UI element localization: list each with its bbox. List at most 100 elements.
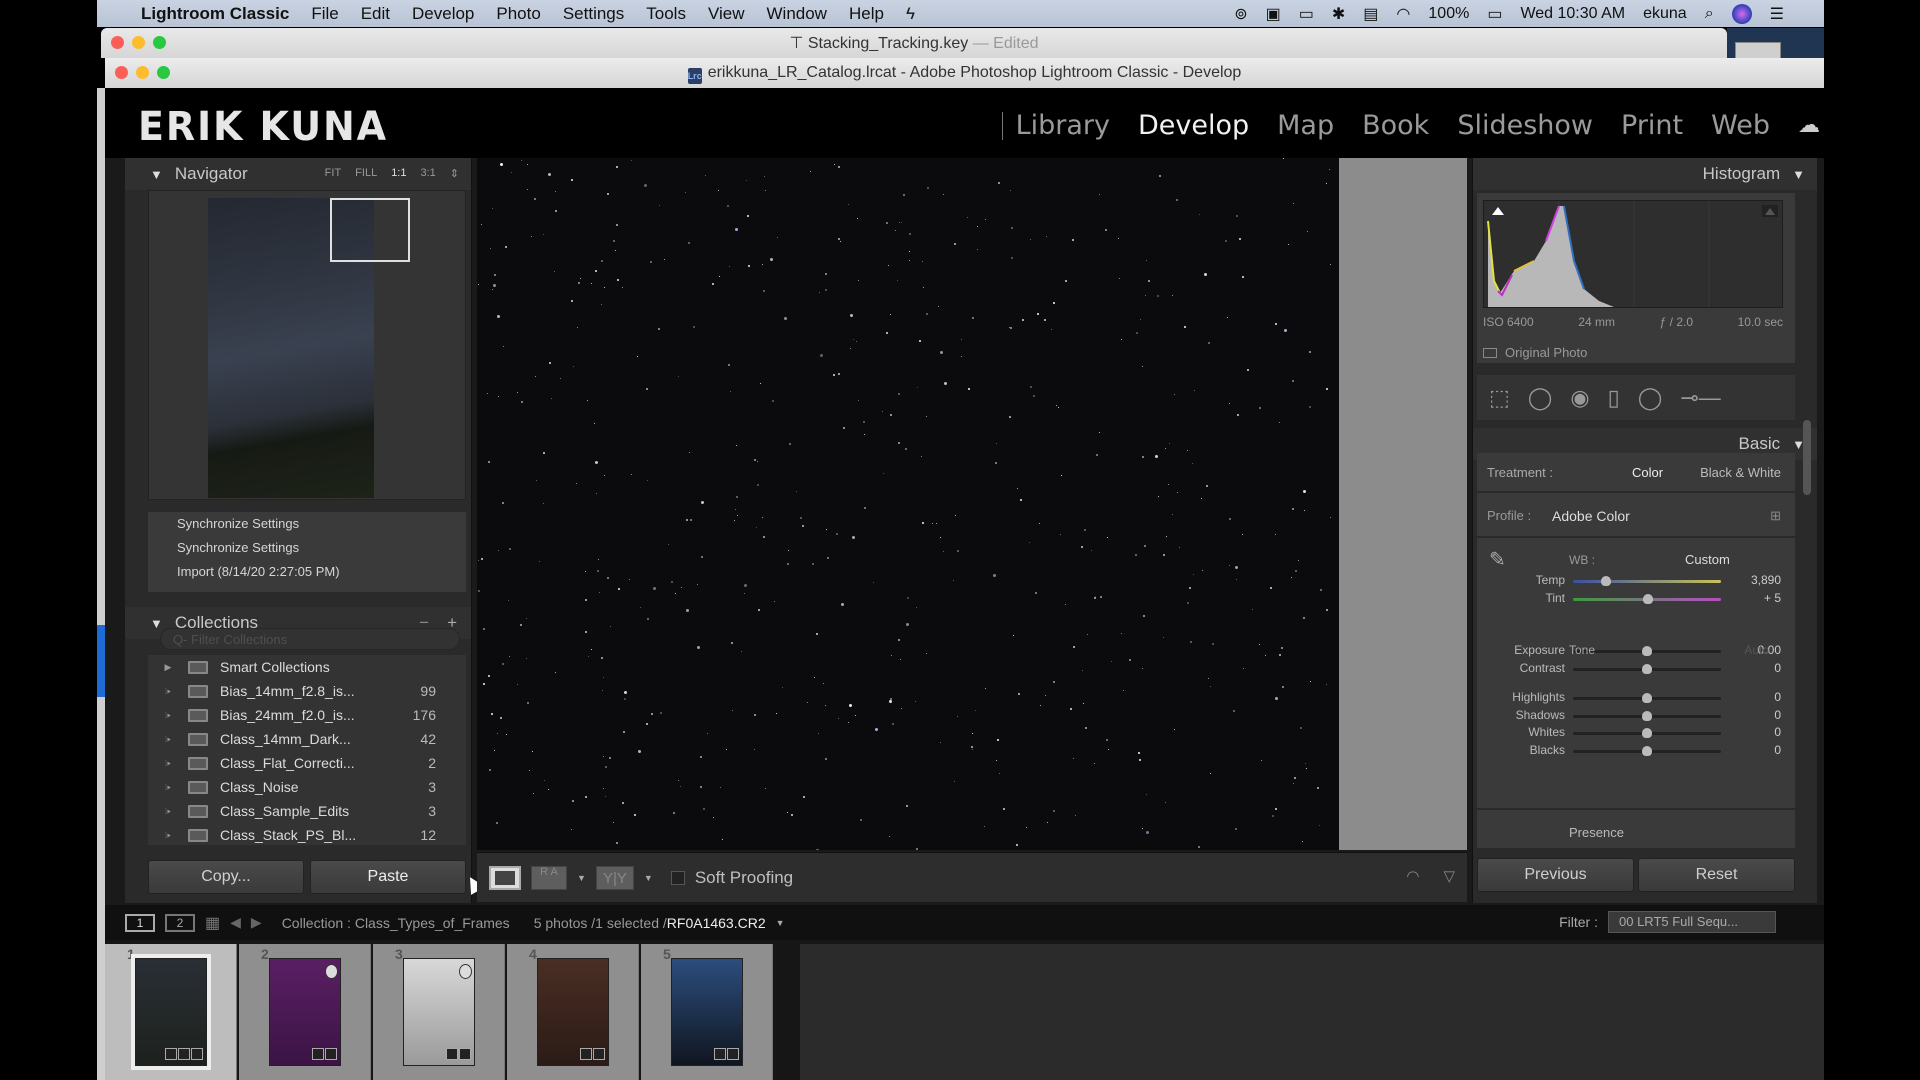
slider-track-whites[interactable]: [1573, 728, 1721, 738]
original-photo-toggle[interactable]: Original Photo: [1483, 345, 1587, 360]
crop-tool-icon[interactable]: ⬚: [1489, 385, 1510, 411]
collection-item[interactable]: ⦙▸ Bias_24mm_f2.0_is... 176: [148, 703, 466, 727]
notification-center-icon[interactable]: ☰: [1770, 4, 1784, 24]
original-photo-checkbox[interactable]: [1483, 347, 1497, 358]
menu-view[interactable]: View: [708, 4, 745, 24]
history-item[interactable]: Synchronize Settings: [148, 512, 466, 536]
bluetooth-icon[interactable]: ✱: [1332, 4, 1345, 24]
selected-filename[interactable]: RF0A1463.CR2: [667, 915, 766, 931]
memory-icon[interactable]: ▤: [1363, 4, 1378, 24]
forward-arrow-icon[interactable]: ▶: [251, 914, 262, 931]
menu-help[interactable]: Help: [849, 4, 884, 24]
menu-edit[interactable]: Edit: [361, 4, 390, 24]
right-panel-scrollbar[interactable]: [1803, 420, 1811, 495]
filter-select[interactable]: 00 LRT5 Full Sequ...: [1608, 911, 1776, 933]
previous-button[interactable]: Previous: [1477, 858, 1634, 892]
slider-value[interactable]: 0: [1774, 708, 1781, 722]
back-arrow-icon[interactable]: ◀: [230, 914, 241, 931]
battery-icon[interactable]: ▭: [1487, 4, 1502, 24]
app-menu[interactable]: Lightroom Classic: [141, 4, 289, 24]
siri-icon[interactable]: [1731, 3, 1752, 24]
module-library[interactable]: Library: [1002, 110, 1124, 141]
wb-eyedropper-icon[interactable]: ✎: [1489, 547, 1506, 572]
graduated-filter-icon[interactable]: ▯: [1608, 385, 1620, 411]
collapse-triangle-icon[interactable]: ▼: [150, 167, 163, 182]
slider-thumb[interactable]: [1600, 576, 1611, 586]
slider-thumb[interactable]: [1642, 746, 1652, 756]
slider-value[interactable]: 0: [1774, 743, 1781, 757]
zoom-fill[interactable]: FILL: [355, 167, 377, 180]
zoom-fit[interactable]: FIT: [325, 167, 342, 180]
slider-track-temp[interactable]: [1573, 576, 1721, 586]
before-after-button[interactable]: R A: [531, 865, 567, 890]
slider-value[interactable]: + 5: [1764, 591, 1781, 605]
adjustment-brush-icon[interactable]: ⊸—: [1680, 385, 1720, 411]
before-after-side-button[interactable]: Y|Y: [595, 865, 634, 890]
treatment-bw[interactable]: Black & White: [1700, 465, 1781, 480]
user-name[interactable]: ekuna: [1643, 5, 1687, 23]
filmstrip-frame[interactable]: 2: [239, 944, 371, 1080]
module-develop[interactable]: Develop: [1124, 110, 1263, 141]
filter-collections-input[interactable]: Q- Filter Collections: [160, 628, 460, 650]
histogram-graph[interactable]: [1483, 200, 1783, 308]
histogram-header[interactable]: Histogram ▼: [1473, 158, 1817, 190]
spotlight-search-icon[interactable]: ⌕: [1705, 5, 1714, 23]
slider-track-highlights[interactable]: [1573, 693, 1721, 703]
grid-view-icon[interactable]: ▦: [205, 913, 220, 933]
navigator-zoom-rect[interactable]: [330, 198, 410, 262]
module-book[interactable]: Book: [1348, 110, 1443, 141]
wb-select[interactable]: Custom: [1685, 552, 1730, 567]
cloud-sync-icon[interactable]: ☁: [1784, 113, 1820, 138]
spot-removal-icon[interactable]: ◯: [1528, 385, 1553, 411]
copy-settings-button[interactable]: Copy...: [148, 860, 304, 894]
dropdown-arrow-icon[interactable]: ▼: [644, 873, 653, 883]
left-edge-scroll-thumb[interactable]: [97, 625, 105, 697]
script-icon[interactable]: ϟ: [906, 4, 915, 24]
collection-item[interactable]: ⦙▸ Class_Flat_Correcti... 2: [148, 751, 466, 775]
menu-window[interactable]: Window: [767, 4, 827, 24]
toolbar-menu-icon[interactable]: ▽: [1443, 867, 1455, 885]
filmstrip-frame[interactable]: 1: [105, 944, 237, 1080]
dropdown-arrow-icon[interactable]: ▼: [776, 918, 785, 928]
expand-triangle-icon[interactable]: ▶: [148, 655, 188, 679]
radial-filter-icon[interactable]: ◯: [1638, 385, 1663, 411]
menu-tools[interactable]: Tools: [646, 4, 686, 24]
slider-track-shadows[interactable]: [1573, 711, 1721, 721]
red-eye-icon[interactable]: ◉: [1570, 385, 1589, 411]
slider-thumb[interactable]: [1642, 711, 1652, 721]
slider-thumb[interactable]: [1642, 728, 1652, 738]
module-slideshow[interactable]: Slideshow: [1443, 110, 1607, 141]
left-edge-scrollbar[interactable]: [97, 88, 105, 1080]
dropdown-arrow-icon[interactable]: ▼: [577, 873, 586, 883]
collection-item[interactable]: ⦙▸ Class_Stack_PS_Bl... 12: [148, 823, 466, 847]
slider-value[interactable]: 0: [1774, 690, 1781, 704]
module-print[interactable]: Print: [1607, 110, 1697, 141]
slider-track-blacks[interactable]: [1573, 746, 1721, 756]
auto-tone-button[interactable]: Auto: [1744, 643, 1769, 657]
filmstrip-frame[interactable]: 5: [641, 944, 773, 1080]
paste-settings-button[interactable]: Paste: [310, 860, 466, 894]
slider-thumb[interactable]: [1642, 664, 1652, 674]
slider-thumb[interactable]: [1642, 646, 1652, 656]
menu-photo[interactable]: Photo: [496, 4, 540, 24]
zoom-3-1[interactable]: 3:1: [420, 167, 435, 180]
collection-set[interactable]: ▶ Smart Collections: [148, 655, 466, 679]
zoom-1-1[interactable]: 1:1: [391, 167, 406, 180]
soft-proofing-checkbox[interactable]: [670, 870, 685, 885]
profile-browser-icon[interactable]: ⊞: [1770, 508, 1781, 524]
slider-thumb[interactable]: [1643, 594, 1654, 604]
zoom-stepper-icon[interactable]: ⇕: [450, 167, 459, 180]
wifi-icon[interactable]: ◠: [1396, 4, 1410, 24]
history-item[interactable]: Import (8/14/20 2:27:05 PM): [148, 560, 466, 584]
menu-file[interactable]: File: [311, 4, 338, 24]
profile-select[interactable]: Adobe Color: [1552, 508, 1630, 524]
slider-value[interactable]: 0: [1774, 661, 1781, 675]
collection-source[interactable]: Collection : Class_Types_of_Frames: [282, 915, 510, 931]
module-web[interactable]: Web: [1697, 110, 1784, 141]
module-map[interactable]: Map: [1263, 110, 1348, 141]
slider-value[interactable]: 3,890: [1751, 573, 1781, 587]
loupe-view-button[interactable]: [489, 865, 521, 890]
airplay-icon[interactable]: ▭: [1299, 4, 1314, 24]
main-photo-starfield[interactable]: [477, 158, 1339, 850]
navigator-header[interactable]: ▼ Navigator FIT FILL 1:1 3:1 ⇕: [125, 158, 471, 190]
